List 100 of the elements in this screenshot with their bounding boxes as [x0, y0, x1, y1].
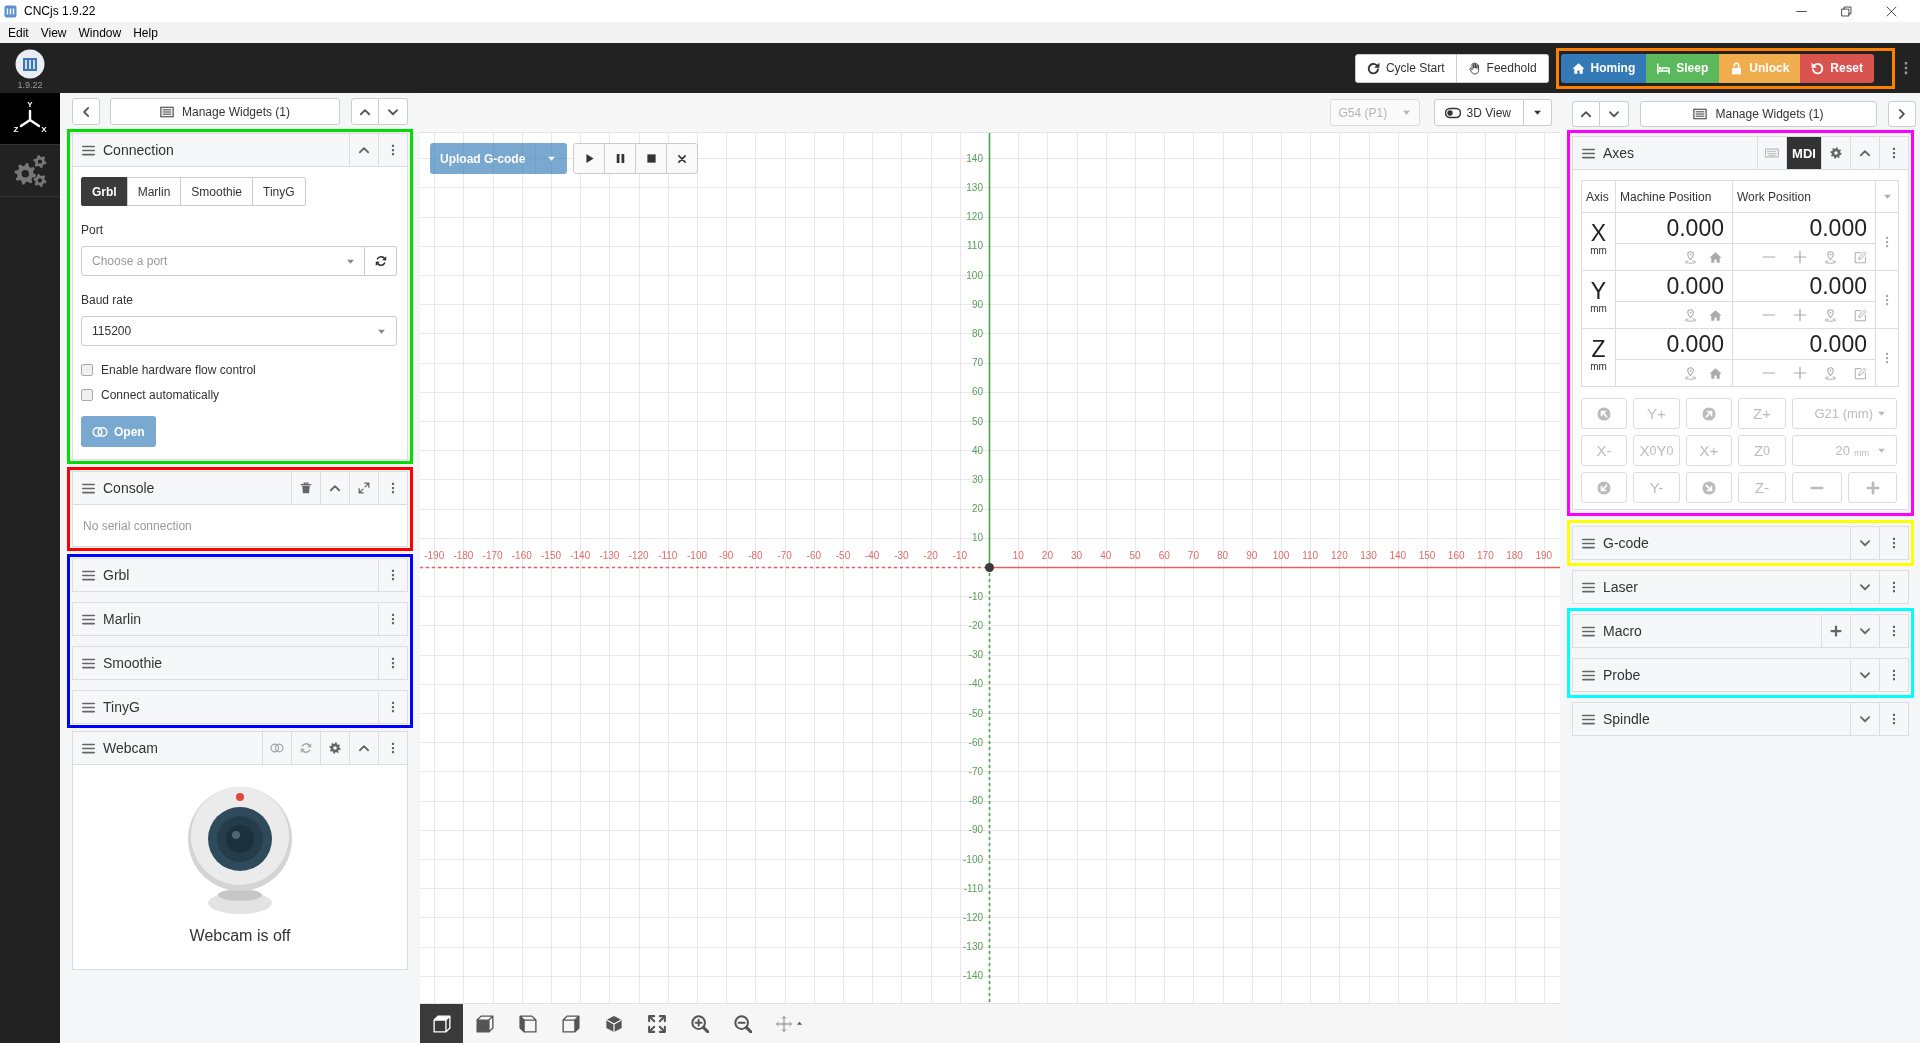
- drag-handle-icon[interactable]: [82, 656, 95, 670]
- refresh-button[interactable]: [365, 246, 397, 276]
- controller-tab[interactable]: Marlin: [126, 177, 182, 206]
- view-mode-button[interactable]: 3D View: [1433, 99, 1524, 126]
- drag-handle-icon[interactable]: [82, 612, 95, 626]
- chevron-up-icon[interactable]: [358, 742, 370, 754]
- tick-label: -180: [453, 550, 474, 561]
- work-position: 0.000: [1733, 329, 1876, 360]
- trash-icon[interactable]: [300, 482, 312, 494]
- mdi-tab[interactable]: MDI: [1786, 137, 1821, 169]
- close-button[interactable]: [666, 143, 699, 174]
- axis-name: Y: [1590, 279, 1607, 303]
- settings-icon[interactable]: [329, 742, 341, 754]
- axis-name: X: [1590, 221, 1607, 245]
- chevron-down-icon: [1608, 108, 1620, 120]
- upload-menu-button[interactable]: [535, 143, 568, 174]
- chevron-down-icon[interactable]: [1859, 537, 1871, 549]
- drag-handle-icon[interactable]: [82, 741, 95, 755]
- tick-label: 60: [1158, 550, 1170, 561]
- chevron-down-icon[interactable]: [1859, 581, 1871, 593]
- logo-icon[interactable]: [15, 48, 45, 79]
- manage-widgets-button[interactable]: Manage Widgets (1): [110, 98, 340, 125]
- drag-handle-icon[interactable]: [1582, 712, 1595, 726]
- port-select[interactable]: Choose a port: [81, 246, 365, 276]
- chevron-up-icon[interactable]: [358, 144, 370, 156]
- forward-button[interactable]: [1888, 101, 1916, 127]
- scroll-down-button[interactable]: [1600, 101, 1629, 127]
- drag-handle-icon[interactable]: [82, 568, 95, 582]
- chevron-up-icon[interactable]: [329, 482, 341, 494]
- controller-tab[interactable]: Grbl: [81, 177, 128, 206]
- console-message: No serial connection: [83, 518, 192, 533]
- widget-title: Probe: [1603, 667, 1642, 683]
- plus-icon: [1865, 480, 1880, 495]
- work-position: 0.000: [1733, 271, 1876, 302]
- baud-rate-select[interactable]: 115200: [81, 316, 397, 346]
- axes-icon: [19, 109, 41, 127]
- bed-icon: [1657, 61, 1671, 75]
- scroll-up-button[interactable]: [1572, 101, 1600, 127]
- tick-label: 50: [971, 415, 983, 427]
- refresh-icon: [374, 255, 387, 267]
- pause-button[interactable]: [604, 143, 637, 174]
- back-button[interactable]: [72, 98, 100, 125]
- tick-label: 150: [1418, 550, 1436, 561]
- reset-button[interactable]: Reset: [1800, 53, 1874, 83]
- sleep-button[interactable]: Sleep: [1646, 53, 1720, 83]
- chevron-down-icon[interactable]: [1859, 669, 1871, 681]
- menu-item[interactable]: Edit: [2, 25, 35, 40]
- controller-tab[interactable]: Smoothie: [180, 177, 254, 206]
- expand-icon[interactable]: [358, 482, 370, 494]
- homing-button[interactable]: Homing: [1560, 53, 1647, 83]
- cycle-start-button[interactable]: Cycle Start: [1354, 53, 1457, 83]
- tick-label: 190: [1535, 550, 1553, 561]
- drag-handle-icon[interactable]: [82, 481, 95, 495]
- widget-title: Spindle: [1603, 711, 1651, 727]
- drag-handle-icon[interactable]: [1582, 624, 1595, 638]
- drag-handle-icon[interactable]: [1582, 668, 1595, 682]
- chevron-up-icon[interactable]: [1859, 147, 1871, 159]
- stop-button[interactable]: [635, 143, 668, 174]
- widget-title: Console: [103, 480, 156, 496]
- chevron-down-icon[interactable]: [1859, 625, 1871, 637]
- menu-item[interactable]: View: [34, 25, 73, 40]
- drag-handle-icon[interactable]: [82, 700, 95, 714]
- camera-view-button[interactable]: [420, 1004, 463, 1043]
- menu-item[interactable]: Window: [72, 25, 128, 40]
- caret-icon: [1877, 446, 1886, 455]
- tick-label: -80: [968, 795, 983, 807]
- chevron-down-icon[interactable]: [1859, 713, 1871, 725]
- restore-icon[interactable]: [1841, 5, 1852, 17]
- tick-label: -40: [864, 550, 880, 561]
- list-icon: [159, 104, 174, 119]
- tick-label: -10: [952, 550, 968, 561]
- close-icon[interactable]: [1886, 5, 1897, 17]
- caret-icon: [796, 1020, 803, 1027]
- widget-title: G-code: [1603, 535, 1650, 551]
- drag-handle-icon[interactable]: [1582, 146, 1595, 160]
- scroll-up-button[interactable]: [351, 98, 379, 125]
- controller-tab[interactable]: TinyG: [252, 177, 306, 206]
- plus-icon[interactable]: [1830, 625, 1842, 637]
- tick-label: -100: [687, 550, 707, 561]
- axis-letter: X: [41, 124, 47, 134]
- scroll-down-button[interactable]: [379, 98, 408, 125]
- drag-handle-icon[interactable]: [1582, 536, 1595, 550]
- widget-title: Connection: [103, 142, 175, 158]
- checkbox[interactable]: [81, 364, 93, 376]
- workspace-tab[interactable]: Y Z X: [0, 93, 60, 145]
- checkbox[interactable]: [81, 389, 93, 401]
- drag-handle-icon[interactable]: [82, 143, 95, 157]
- tick-label: -140: [570, 550, 591, 561]
- axis-letter: Z: [13, 124, 19, 134]
- tick-label: 10: [1012, 550, 1024, 561]
- run-button[interactable]: [573, 143, 606, 174]
- feedhold-button[interactable]: Feedhold: [1456, 53, 1549, 83]
- caret-icon: [1877, 409, 1886, 418]
- menu-item[interactable]: Help: [127, 25, 164, 40]
- cube-icon: [432, 1014, 451, 1033]
- drag-handle-icon[interactable]: [1582, 580, 1595, 594]
- manage-widgets-button[interactable]: Manage Widgets (1): [1640, 101, 1877, 127]
- close-icon: [677, 153, 688, 164]
- checkbox-label: Connect automatically: [101, 388, 220, 402]
- settings-icon[interactable]: [1830, 147, 1842, 159]
